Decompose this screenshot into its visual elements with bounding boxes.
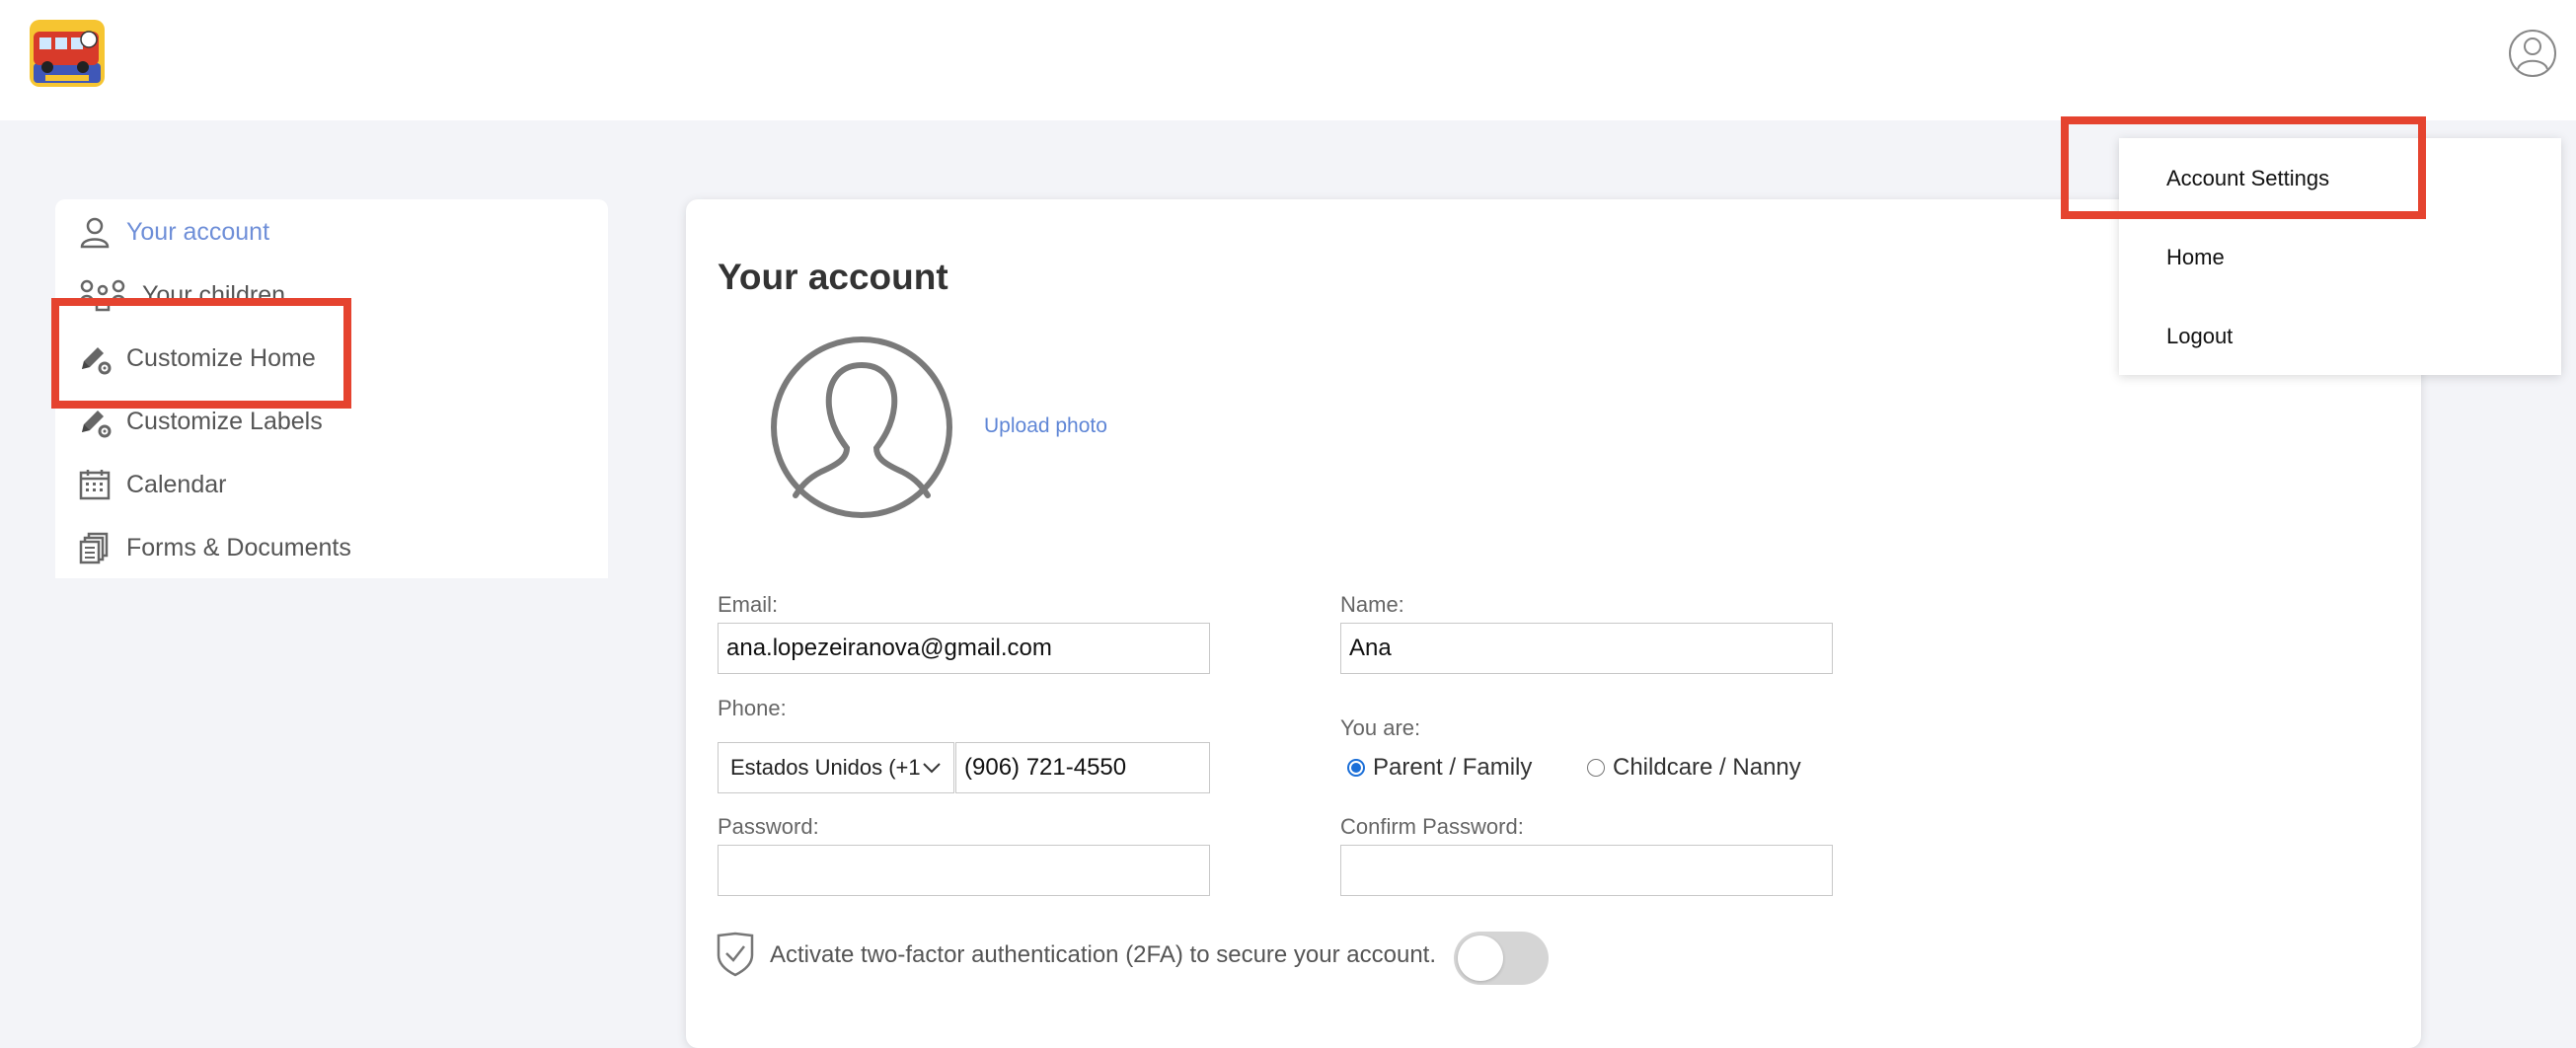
password-label: Password: — [718, 814, 819, 839]
shield-check-icon — [716, 932, 755, 977]
sidebar-item-customize-labels[interactable]: Customize Labels — [77, 394, 323, 449]
sidebar: Your account Your children Customize Hom… — [55, 199, 608, 578]
avatar-placeholder-icon — [771, 337, 952, 518]
user-icon — [77, 214, 113, 250]
family-icon — [77, 277, 128, 313]
email-label: Email: — [718, 592, 779, 617]
name-field[interactable] — [1340, 623, 1833, 674]
confirm-password-field[interactable] — [1340, 845, 1833, 896]
twofa-toggle[interactable] — [1454, 932, 1549, 985]
role-radio-childcare[interactable]: Childcare / Nanny — [1587, 754, 1801, 782]
email-field[interactable] — [718, 623, 1210, 674]
phone-label: Phone: — [718, 696, 787, 720]
password-field[interactable] — [718, 845, 1210, 896]
upload-photo-link[interactable]: Upload photo — [984, 414, 1107, 438]
page-title: Your account — [718, 257, 948, 297]
sidebar-item-your-children[interactable]: Your children — [77, 267, 285, 323]
sidebar-item-forms-documents[interactable]: Forms & Documents — [77, 520, 351, 575]
pencil-gear-icon — [77, 340, 113, 376]
sidebar-item-label: Your children — [142, 280, 286, 309]
twofa-description: Activate two-factor authentication (2FA)… — [770, 941, 1436, 968]
role-radio-parent[interactable]: Parent / Family — [1347, 754, 1532, 782]
sidebar-item-label: Customize Home — [126, 343, 316, 372]
country-code-value: Estados Unidos (+1 — [730, 755, 921, 780]
name-label: Name: — [1340, 592, 1404, 617]
pencil-gear-icon — [77, 404, 113, 439]
radio-unselected — [1587, 759, 1605, 777]
sidebar-item-your-account[interactable]: Your account — [77, 204, 269, 260]
radio-label: Parent / Family — [1373, 754, 1533, 781]
sidebar-item-label: Calendar — [126, 470, 227, 498]
top-bar — [0, 0, 2576, 120]
radio-label: Childcare / Nanny — [1613, 754, 1801, 781]
user-dropdown-menu: Account Settings Home Logout — [2119, 138, 2561, 375]
country-code-select[interactable]: Estados Unidos (+1 — [718, 742, 954, 793]
menu-item-home[interactable]: Home — [2166, 245, 2225, 270]
you-are-label: You are: — [1340, 715, 1421, 740]
profile-photo — [770, 336, 953, 519]
toggle-knob — [1458, 936, 1503, 981]
sidebar-item-label: Customize Labels — [126, 407, 323, 435]
sidebar-item-label: Forms & Documents — [126, 533, 351, 561]
sidebar-item-customize-home[interactable]: Customize Home — [77, 331, 316, 386]
menu-item-logout[interactable]: Logout — [2166, 324, 2233, 349]
calendar-icon — [77, 467, 113, 502]
radio-selected — [1347, 759, 1365, 777]
confirm-password-label: Confirm Password: — [1340, 814, 1524, 839]
user-circle-icon — [2509, 30, 2556, 77]
sidebar-item-label: Your account — [126, 217, 270, 246]
user-menu-button[interactable] — [2507, 28, 2558, 79]
magic-bus-logo[interactable] — [28, 18, 107, 89]
chevron-down-icon — [923, 763, 941, 774]
sidebar-item-calendar[interactable]: Calendar — [77, 457, 226, 512]
phone-field[interactable] — [955, 742, 1210, 793]
documents-icon — [77, 530, 113, 565]
menu-item-account-settings[interactable]: Account Settings — [2166, 166, 2329, 191]
